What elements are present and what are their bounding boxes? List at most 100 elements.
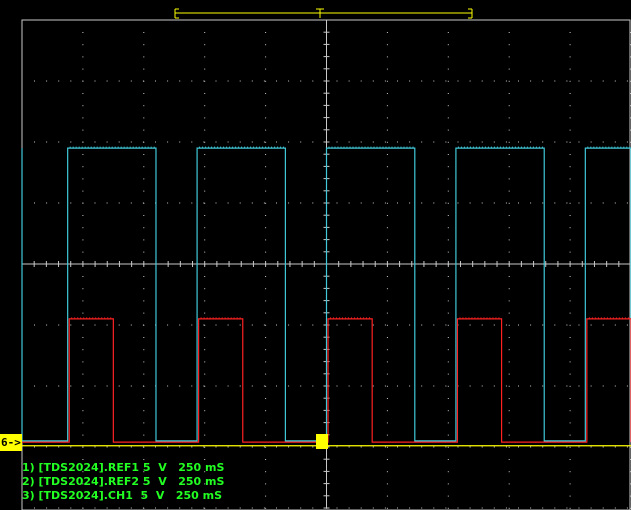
- grid-dot: [227, 141, 229, 143]
- trace-noise-dot: [489, 317, 491, 319]
- grid-dot: [276, 507, 277, 509]
- grid-dot: [204, 105, 206, 107]
- grid-dot: [70, 202, 72, 204]
- trace-noise-dot: [357, 317, 359, 319]
- grid-dot: [288, 141, 290, 143]
- grid-dot: [508, 202, 510, 204]
- grid-dot: [508, 239, 510, 241]
- trace-noise-dot: [481, 146, 483, 148]
- time-cursor-bar[interactable]: [174, 8, 473, 19]
- trace-noise-dot: [78, 146, 80, 148]
- ground-reference-marker[interactable]: 6->: [0, 434, 22, 451]
- grid-dot: [348, 507, 350, 509]
- grid-dot: [21, 129, 23, 131]
- grid-dot: [312, 446, 314, 448]
- trace-noise-dot: [336, 317, 338, 319]
- grid-dot: [265, 68, 267, 70]
- trace-noise-dot: [502, 146, 504, 148]
- trace-noise-dot: [403, 146, 405, 148]
- trace-noise-dot: [236, 317, 238, 319]
- grid-dot: [566, 19, 568, 21]
- grid-dot: [554, 202, 556, 204]
- grid-dot: [143, 154, 145, 155]
- grid-dot: [433, 19, 435, 21]
- grid-dot: [508, 410, 510, 412]
- grid-dot: [447, 166, 449, 168]
- trace-noise-dot: [105, 146, 107, 148]
- grid-dot: [204, 459, 206, 460]
- grid-dot: [447, 300, 449, 302]
- grid-dot: [191, 80, 193, 82]
- grid-dot: [106, 80, 108, 82]
- grid-dot: [82, 373, 84, 375]
- grid-dot: [542, 446, 544, 448]
- grid-dot: [239, 80, 241, 82]
- trace-noise-dot: [87, 146, 89, 148]
- trace-noise-dot: [352, 146, 354, 148]
- grid-dot: [386, 190, 388, 192]
- grid-dot: [203, 446, 205, 448]
- grid-dot: [265, 202, 267, 204]
- grid-dot: [508, 227, 510, 229]
- grid-dot: [569, 471, 571, 473]
- trace-noise-dot: [602, 146, 604, 148]
- grid-dot: [82, 300, 84, 302]
- trace-noise-dot: [277, 146, 279, 148]
- grid-dot: [386, 166, 388, 168]
- grid-dot: [70, 324, 72, 326]
- grid-dot: [239, 385, 241, 387]
- grid-dot: [569, 190, 571, 192]
- grid-dot: [505, 446, 507, 448]
- grid-dot: [469, 385, 471, 387]
- grid-dot: [569, 251, 571, 253]
- grid-dot: [409, 446, 411, 448]
- grid-dot: [167, 385, 169, 387]
- trace-noise-dot: [217, 146, 219, 148]
- trace-noise-dot: [337, 146, 339, 148]
- grid-dot: [143, 178, 145, 180]
- grid-dot: [433, 80, 435, 82]
- trace-noise-dot: [412, 146, 414, 148]
- trace-noise-dot: [620, 146, 622, 148]
- trace-noise-dot: [376, 146, 378, 148]
- grid-dot: [469, 80, 471, 82]
- grid-dot: [386, 410, 388, 412]
- grid-dot: [21, 56, 23, 58]
- trace-noise-dot: [370, 146, 372, 148]
- grid-dot: [215, 507, 217, 509]
- trace-noise-dot: [331, 146, 333, 148]
- trace-noise-dot: [283, 146, 285, 148]
- grid-dot: [204, 129, 206, 131]
- trace-noise-dot: [215, 317, 217, 319]
- trace-noise-dot: [496, 146, 498, 148]
- grid-dot: [626, 385, 628, 387]
- grid-dot: [288, 202, 290, 204]
- grid-dot: [265, 361, 267, 363]
- grid-dot: [602, 141, 604, 143]
- grid-dot: [300, 202, 302, 204]
- grid-dot: [447, 471, 449, 473]
- trace-noise-dot: [144, 146, 146, 148]
- grid-dot: [457, 19, 459, 21]
- grid-dot: [312, 19, 314, 21]
- trace-noise-dot: [226, 146, 228, 148]
- grid-dot: [447, 141, 449, 143]
- trace-noise-dot: [200, 317, 202, 319]
- grid-dot: [70, 141, 72, 143]
- grid-dot: [251, 202, 253, 204]
- grid-dot: [554, 446, 556, 448]
- grid-dot: [360, 507, 362, 509]
- grid-dot: [265, 373, 267, 375]
- grid-dot: [360, 385, 362, 387]
- trace-noise-dot: [484, 146, 486, 148]
- trigger-position-marker[interactable]: [316, 434, 328, 449]
- grid-dot: [251, 446, 253, 448]
- trace-noise-dot: [205, 146, 207, 148]
- trace-noise-dot: [480, 317, 482, 319]
- grid-dot: [21, 44, 23, 46]
- grid-dot: [447, 227, 449, 229]
- grid-dot: [143, 434, 145, 436]
- grid-dot: [130, 385, 132, 387]
- grid-dot: [204, 373, 206, 375]
- grid-dot: [130, 141, 132, 143]
